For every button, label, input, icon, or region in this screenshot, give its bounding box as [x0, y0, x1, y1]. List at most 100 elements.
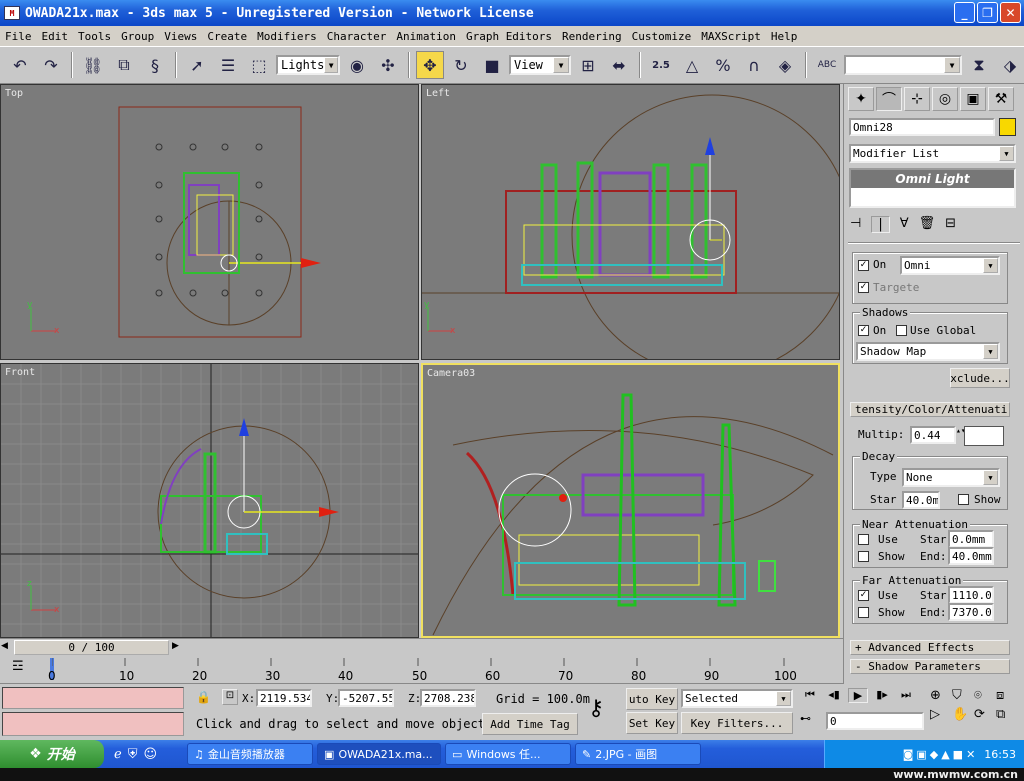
zoom-all-icon[interactable]: ⛉ [952, 688, 974, 703]
track-bar[interactable]: ☲ 0 10 20 30 40 50 60 70 80 90 100 [0, 656, 843, 684]
go-to-start-icon[interactable]: ⏮ [800, 688, 820, 703]
select-and-rotate-icon[interactable]: ↻ [447, 51, 475, 79]
key-mode-toggle-icon[interactable]: ⊷ [800, 712, 811, 725]
add-time-tag-button[interactable]: Add Time Tag [482, 713, 578, 735]
percent-snap-icon[interactable]: % [709, 51, 737, 79]
reference-coordinate-dropdown[interactable]: View ▼ [509, 55, 571, 75]
select-and-scale-icon[interactable]: ■ [478, 51, 506, 79]
z-coordinate-field[interactable]: 2708.238 [420, 689, 476, 707]
task-3dsmax[interactable]: ▣ OWADA21x.ma... [317, 743, 442, 765]
pan-icon[interactable]: ✋ [952, 707, 974, 722]
viewport-label[interactable]: Top [5, 88, 23, 99]
x-coordinate-field[interactable]: 2119.534 [256, 689, 312, 707]
multiplier-field[interactable]: 0.44 [910, 426, 956, 444]
far-use-checkbox[interactable]: ✓ [858, 590, 869, 601]
menu-file[interactable]: File [0, 30, 37, 43]
stack-item-omni-light[interactable]: Omni Light [851, 170, 1014, 188]
menu-tools[interactable]: Tools [73, 30, 116, 43]
time-slider-thumb[interactable]: 0 / 100 [14, 640, 169, 655]
go-to-end-icon[interactable]: ⏭ [896, 688, 916, 703]
maxscript-output-mini[interactable] [2, 712, 184, 736]
make-unique-icon[interactable]: ∀ [900, 216, 909, 233]
max-icon[interactable]: M [4, 6, 20, 20]
motion-tab-icon[interactable]: ◎ [932, 87, 958, 111]
edit-named-selection-icon[interactable]: ABC [813, 51, 841, 79]
decay-type-dropdown[interactable]: None ▼ [902, 468, 1000, 487]
shadows-on-checkbox[interactable]: ✓ [858, 325, 869, 336]
current-frame-field[interactable]: 0 [826, 712, 924, 730]
menu-graph-editors[interactable]: Graph Editors [461, 30, 557, 43]
menu-help[interactable]: Help [766, 30, 803, 43]
object-name-field[interactable]: Omni28 [849, 118, 995, 136]
far-end-field[interactable]: 7370.0 [948, 603, 994, 621]
viewport-left[interactable]: xy Left [421, 84, 840, 360]
menu-views[interactable]: Views [159, 30, 202, 43]
remove-modifier-icon[interactable]: 🗑 [919, 216, 936, 233]
shadow-type-dropdown[interactable]: Shadow Map ▼ [856, 342, 1000, 361]
far-show-checkbox[interactable] [858, 607, 869, 618]
far-start-field[interactable]: 1110.0 [948, 586, 994, 604]
link-icon[interactable]: ⛓ [79, 51, 107, 79]
select-and-move-icon[interactable]: ✥ [416, 51, 444, 79]
select-by-name-icon[interactable]: ☰ [214, 51, 242, 79]
rectangular-selection-icon[interactable]: ⬚ [245, 51, 273, 79]
angle-snap-icon[interactable]: △ [678, 51, 706, 79]
menu-edit[interactable]: Edit [37, 30, 74, 43]
configure-modifier-sets-icon[interactable]: ⊟ [945, 216, 956, 233]
chevron-right-icon[interactable]: ▶ [172, 641, 179, 651]
arc-rotate-icon[interactable]: ⟳ [974, 707, 996, 722]
start-button[interactable]: ❖ 开始 [0, 740, 104, 768]
task-audio-player[interactable]: ♫ 金山音频播放器 [187, 743, 314, 765]
absolute-mode-icon[interactable]: ⊡ [222, 689, 238, 705]
auto-key-button[interactable]: uto Key [626, 688, 678, 710]
menu-customize[interactable]: Customize [627, 30, 697, 43]
redo-icon[interactable]: ↷ [37, 51, 65, 79]
next-frame-icon[interactable]: ▮▸ [872, 688, 892, 703]
decay-show-checkbox[interactable] [958, 494, 969, 505]
close-button[interactable]: ✕ [1000, 2, 1021, 23]
mirror-icon[interactable]: ⧗ [965, 51, 993, 79]
near-start-field[interactable]: 0.0mm [948, 530, 994, 548]
menu-create[interactable]: Create [202, 30, 252, 43]
use-global-checkbox[interactable] [896, 325, 907, 336]
previous-frame-icon[interactable]: ◂▮ [824, 688, 844, 703]
set-key-button[interactable]: Set Key [626, 712, 678, 734]
viewport-camera[interactable]: Camera03 [421, 363, 840, 638]
viewport-front[interactable]: xz Front [0, 363, 419, 638]
hierarchy-tab-icon[interactable]: ⊹ [904, 87, 930, 111]
utilities-tab-icon[interactable]: ⚒ [988, 87, 1014, 111]
viewport-label[interactable]: Left [426, 88, 450, 99]
pivot-center-icon[interactable]: ⊞ [574, 51, 602, 79]
task-windows[interactable]: ▭ Windows 任... [445, 743, 572, 765]
mini-curve-editor-icon[interactable]: ☲ [12, 659, 24, 674]
advanced-effects-rollout[interactable]: + Advanced Effects [850, 640, 1010, 655]
task-paint[interactable]: ✎ 2.JPG - 画图 [575, 743, 702, 765]
viewport-top[interactable]: xy Top [0, 84, 419, 360]
shadow-parameters-rollout[interactable]: - Shadow Parameters [850, 659, 1010, 674]
modify-tab-icon[interactable]: ⌒ [876, 87, 902, 111]
modifier-list-dropdown[interactable]: Modifier List ▼ [849, 144, 1016, 163]
menu-modifiers[interactable]: Modifiers [252, 30, 322, 43]
maximize-button[interactable]: ❐ [977, 2, 998, 23]
select-object-icon[interactable]: ➚ [183, 51, 211, 79]
light-type-dropdown[interactable]: Omni ▼ [900, 256, 1000, 275]
display-tab-icon[interactable]: ▣ [960, 87, 986, 111]
light-on-checkbox[interactable]: ✓ [858, 260, 869, 271]
menu-character[interactable]: Character [322, 30, 392, 43]
selection-filter-dropdown[interactable]: Lights ▼ [276, 55, 340, 75]
maxscript-listener-mini[interactable] [2, 687, 184, 709]
y-coordinate-field[interactable]: -5207.55 [338, 689, 394, 707]
create-tab-icon[interactable]: ✦ [848, 87, 874, 111]
bind-space-warp-icon[interactable]: § [141, 51, 169, 79]
crossing-icon[interactable]: ✣ [374, 51, 402, 79]
play-icon[interactable]: ▶ [848, 688, 868, 703]
undo-icon[interactable]: ↶ [6, 51, 34, 79]
zoom-extents-icon[interactable]: ⌾ [974, 688, 996, 703]
field-of-view-icon[interactable]: ▷ [930, 707, 952, 722]
maximize-viewport-icon[interactable]: ⧉ [996, 707, 1018, 722]
messenger-icon[interactable]: ☺ [143, 747, 157, 762]
targeted-checkbox[interactable]: ✓ [858, 282, 869, 293]
spinner-snap-icon[interactable]: ∩ [740, 51, 768, 79]
named-selection-sets-dropdown[interactable]: ▼ [844, 55, 962, 75]
menu-maxscript[interactable]: MAXScript [696, 30, 766, 43]
